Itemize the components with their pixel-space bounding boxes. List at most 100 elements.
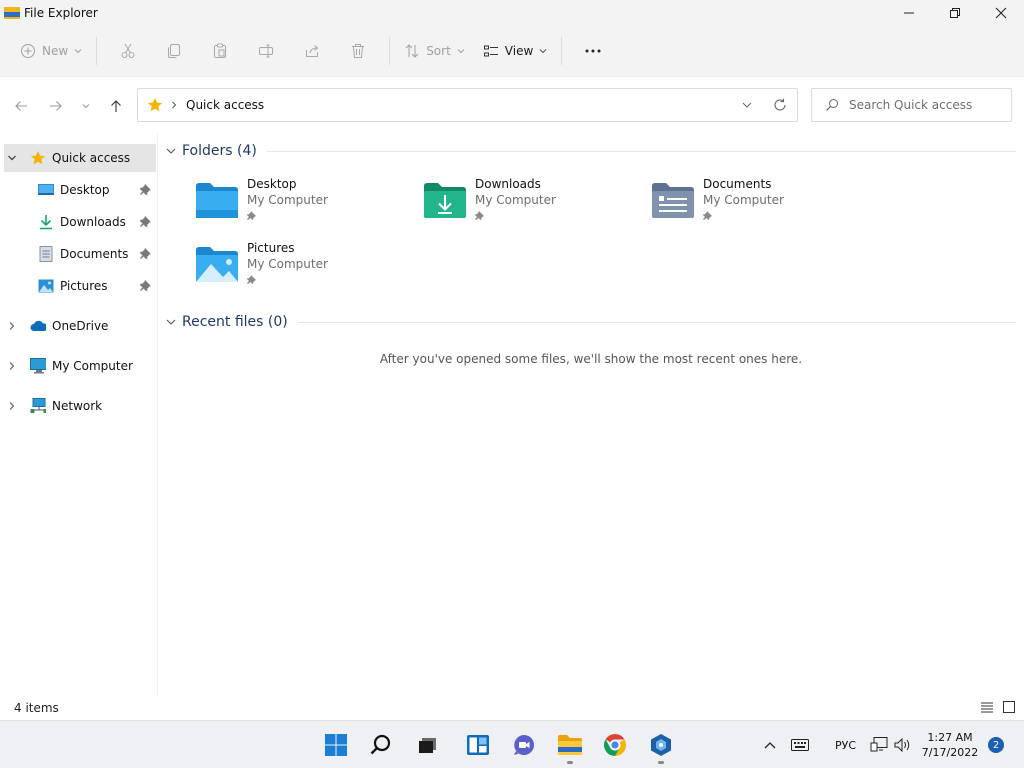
arrow-up-icon bbox=[111, 100, 121, 112]
copy-button[interactable] bbox=[151, 35, 197, 67]
taskbar-app[interactable] bbox=[645, 729, 677, 764]
sort-button[interactable]: Sort bbox=[398, 35, 471, 67]
folder-tile-desktop[interactable]: Desktop My Computer bbox=[158, 176, 378, 232]
recent-locations-button[interactable] bbox=[74, 95, 98, 117]
folder-location: My Computer bbox=[247, 257, 328, 271]
widgets-button[interactable] bbox=[462, 729, 494, 761]
more-options-button[interactable] bbox=[570, 35, 616, 67]
minimize-button[interactable] bbox=[886, 0, 932, 26]
pin-icon bbox=[247, 275, 256, 284]
folder-tile-pictures[interactable]: Pictures My Computer bbox=[158, 240, 378, 296]
forward-button[interactable] bbox=[44, 95, 68, 117]
sidebar-item-network[interactable]: Network bbox=[4, 392, 156, 420]
expand-chevron-icon[interactable] bbox=[4, 318, 20, 334]
sidebar-item-label: Pictures bbox=[60, 279, 108, 293]
expand-chevron-icon[interactable] bbox=[4, 358, 20, 374]
sort-icon bbox=[405, 44, 419, 58]
paste-button[interactable] bbox=[197, 35, 243, 67]
minimize-icon bbox=[904, 12, 914, 14]
sort-label: Sort bbox=[426, 44, 451, 58]
copy-icon bbox=[168, 44, 181, 58]
cut-icon bbox=[121, 43, 135, 58]
taskbar-file-explorer[interactable] bbox=[554, 729, 586, 764]
folder-name: Documents bbox=[703, 177, 772, 191]
recent-files-group-header[interactable]: Recent files (0) bbox=[166, 311, 1016, 333]
widgets-icon bbox=[467, 735, 489, 755]
clock[interactable]: 1:27 AM 7/17/2022 bbox=[918, 730, 982, 760]
folders-group-header[interactable]: Folders (4) bbox=[166, 140, 1016, 162]
content-pane: Folders (4) Desktop My Computer Download… bbox=[158, 134, 1024, 696]
up-button[interactable] bbox=[104, 95, 128, 117]
sidebar-item-quick-access[interactable]: Quick access bbox=[4, 144, 156, 172]
folder-tile-documents[interactable]: Documents My Computer bbox=[614, 176, 834, 232]
sidebar-item-my-computer[interactable]: My Computer bbox=[4, 352, 156, 380]
folder-location: My Computer bbox=[247, 193, 328, 207]
details-view-icon[interactable] bbox=[980, 700, 994, 714]
command-bar: New Sort View bbox=[0, 26, 1024, 76]
address-bar[interactable]: Quick access bbox=[137, 88, 798, 122]
chevron-down-icon bbox=[166, 319, 176, 325]
collapse-chevron-icon[interactable] bbox=[4, 150, 20, 166]
taskbar: РУС 1:27 AM 7/17/2022 2 bbox=[0, 720, 1024, 768]
close-icon bbox=[995, 7, 1007, 19]
chevron-down-icon bbox=[457, 49, 465, 54]
sidebar-item-documents[interactable]: Documents bbox=[4, 240, 156, 268]
downloads-icon bbox=[38, 214, 54, 230]
start-icon bbox=[325, 734, 347, 756]
address-path: Quick access bbox=[186, 98, 265, 112]
back-button[interactable] bbox=[9, 95, 33, 117]
share-button[interactable] bbox=[289, 35, 335, 67]
volume-icon[interactable] bbox=[894, 737, 912, 753]
rename-button[interactable] bbox=[243, 35, 289, 67]
show-hidden-icons-chevron-icon[interactable] bbox=[763, 740, 777, 750]
pictures-icon bbox=[38, 278, 54, 294]
search-input[interactable] bbox=[849, 98, 1009, 112]
folder-tile-downloads[interactable]: Downloads My Computer bbox=[386, 176, 606, 232]
start-button[interactable] bbox=[320, 729, 352, 761]
star-icon bbox=[30, 150, 46, 166]
restore-button[interactable] bbox=[932, 0, 978, 26]
tiles-view-icon[interactable] bbox=[1002, 700, 1016, 714]
window-title: File Explorer bbox=[24, 6, 98, 20]
search-box[interactable] bbox=[811, 88, 1012, 122]
folder-name: Desktop bbox=[247, 177, 297, 191]
folder-name: Downloads bbox=[475, 177, 541, 191]
running-indicator bbox=[658, 761, 664, 764]
refresh-icon[interactable] bbox=[773, 98, 787, 112]
chat-button[interactable] bbox=[508, 729, 540, 761]
chevron-down-icon bbox=[74, 49, 82, 54]
system-tray: РУС bbox=[763, 721, 912, 768]
expand-chevron-icon[interactable] bbox=[4, 398, 20, 414]
keyboard-icon[interactable] bbox=[791, 739, 809, 751]
sidebar-item-pictures[interactable]: Pictures bbox=[4, 272, 156, 300]
view-label: View bbox=[504, 44, 534, 58]
arrow-right-icon bbox=[50, 101, 62, 111]
address-dropdown-icon[interactable] bbox=[741, 99, 753, 111]
cut-button[interactable] bbox=[105, 35, 151, 67]
item-count: 4 items bbox=[14, 701, 59, 715]
recent-files-group-title: Recent files (0) bbox=[182, 314, 288, 330]
network-status-icon[interactable] bbox=[870, 737, 888, 753]
folder-location: My Computer bbox=[475, 193, 556, 207]
close-button[interactable] bbox=[978, 0, 1024, 26]
sidebar-item-label: Quick access bbox=[52, 151, 131, 165]
sidebar-item-downloads[interactable]: Downloads bbox=[4, 208, 156, 236]
input-language[interactable]: РУС bbox=[835, 739, 856, 752]
taskbar-chrome[interactable] bbox=[599, 729, 631, 761]
task-view-button[interactable] bbox=[412, 729, 444, 761]
view-button[interactable]: View bbox=[477, 35, 553, 67]
delete-button[interactable] bbox=[335, 35, 381, 67]
group-divider bbox=[297, 321, 1016, 323]
restore-icon bbox=[950, 8, 960, 18]
app-icon bbox=[651, 734, 671, 756]
sidebar-item-onedrive[interactable]: OneDrive bbox=[4, 312, 156, 340]
toolbar-separator bbox=[389, 37, 391, 65]
sidebar-item-desktop[interactable]: Desktop bbox=[4, 176, 156, 204]
more-icon bbox=[585, 49, 601, 53]
desktop-folder-icon bbox=[196, 183, 238, 218]
paste-icon bbox=[214, 43, 227, 58]
new-button[interactable]: New bbox=[14, 35, 88, 67]
taskbar-search-button[interactable] bbox=[365, 729, 397, 761]
notification-badge[interactable]: 2 bbox=[988, 737, 1004, 753]
star-icon bbox=[148, 98, 162, 112]
